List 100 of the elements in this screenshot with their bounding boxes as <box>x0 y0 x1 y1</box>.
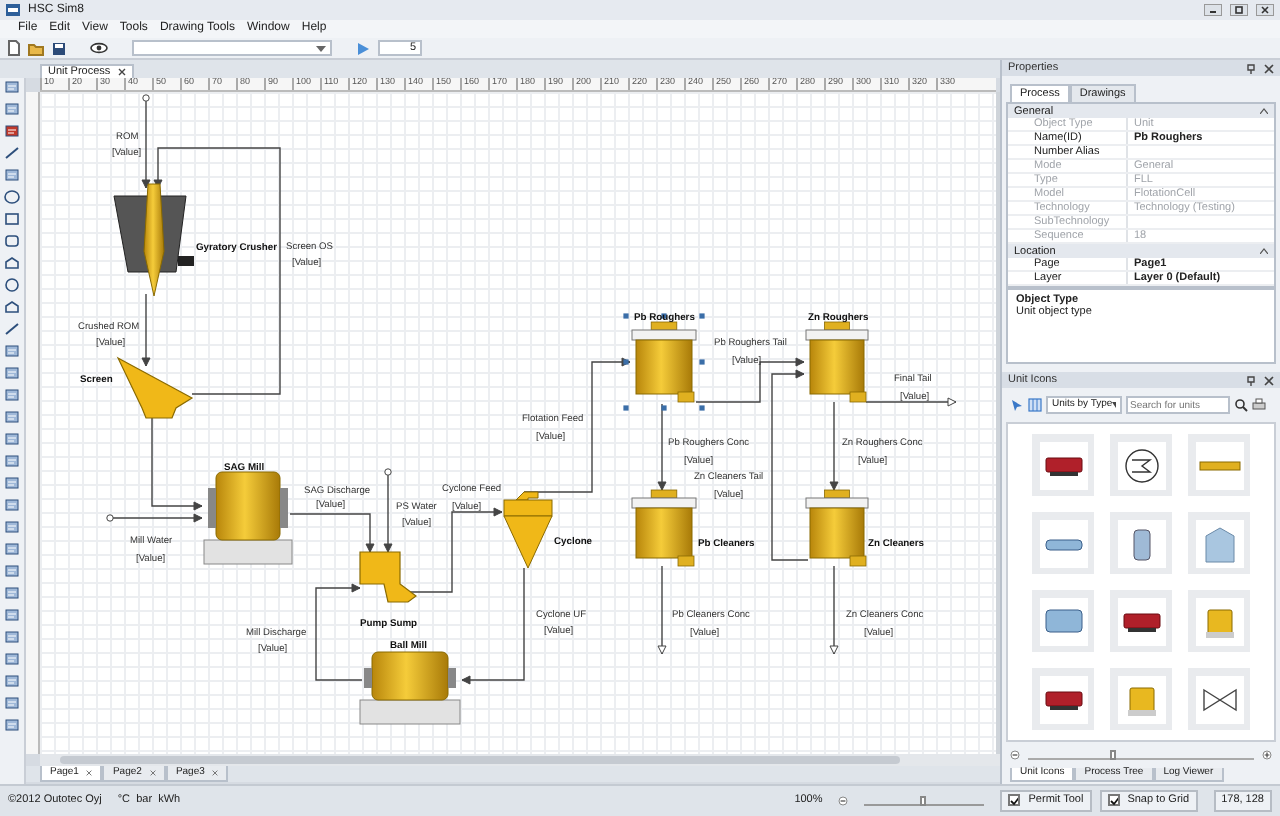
layout-icon[interactable] <box>4 586 20 600</box>
stream-line[interactable] <box>829 565 839 655</box>
slider-thumb[interactable] <box>920 796 927 806</box>
maximize-icon[interactable] <box>1230 4 1248 16</box>
align-icon[interactable] <box>4 388 20 402</box>
crusher-drawing[interactable] <box>113 183 194 297</box>
layer-icon[interactable] <box>4 652 20 666</box>
line-icon[interactable] <box>4 322 20 336</box>
flotation-cell-drawing[interactable] <box>805 321 869 403</box>
pin-icon[interactable] <box>1246 375 1256 386</box>
close-icon[interactable] <box>86 770 93 776</box>
layout-icon[interactable] <box>4 542 20 556</box>
unit-tile[interactable] <box>1188 590 1250 653</box>
vertical-scrollbar[interactable] <box>996 92 1000 754</box>
align-icon[interactable] <box>4 344 20 358</box>
search-icon[interactable] <box>1234 398 1248 413</box>
tank-icon <box>1039 597 1087 646</box>
unit-tile[interactable] <box>1032 512 1094 575</box>
flotation-cell-icon <box>1195 597 1243 646</box>
printer-icon[interactable] <box>1252 398 1266 413</box>
stream-line[interactable] <box>461 567 525 685</box>
pump-sump-drawing[interactable] <box>359 551 417 603</box>
unit-tile[interactable] <box>1110 434 1172 497</box>
zoom-slider[interactable] <box>864 796 985 806</box>
silo-icon <box>1195 519 1243 568</box>
stream-line[interactable] <box>657 565 667 655</box>
layer-icon[interactable] <box>4 608 20 622</box>
stream-line[interactable] <box>315 583 363 681</box>
circle-icon[interactable] <box>4 278 20 292</box>
stream-line[interactable] <box>289 513 375 553</box>
horizontal-scrollbar[interactable] <box>40 754 1000 766</box>
expand-icon[interactable] <box>4 718 20 732</box>
layer-icon[interactable] <box>4 674 20 688</box>
unit-tile[interactable] <box>1032 668 1094 731</box>
eye-icon[interactable] <box>90 42 108 54</box>
stream-line[interactable] <box>771 369 809 561</box>
unit-tile[interactable] <box>1188 512 1250 575</box>
unit-tile[interactable] <box>1032 590 1094 653</box>
zoom-in-icon[interactable] <box>1262 750 1272 761</box>
stream-line[interactable] <box>865 397 957 407</box>
close-icon[interactable] <box>1264 63 1274 73</box>
unit-tile[interactable] <box>1110 590 1172 653</box>
close-icon[interactable] <box>118 67 127 76</box>
stream-line[interactable] <box>829 401 839 491</box>
cyclone-drawing[interactable] <box>503 491 553 569</box>
stream-line[interactable] <box>141 293 151 367</box>
polygon-icon[interactable] <box>4 300 20 314</box>
text-icon[interactable] <box>4 168 20 182</box>
align-icon[interactable] <box>4 432 20 446</box>
unit-tile[interactable] <box>1188 434 1250 497</box>
image-icon[interactable] <box>4 124 20 138</box>
layout-icon[interactable] <box>4 564 20 578</box>
rounded-rectangle-icon[interactable] <box>4 234 20 248</box>
unit-tile[interactable] <box>1110 512 1172 575</box>
connector-icon[interactable] <box>4 146 20 160</box>
align-icon[interactable] <box>4 454 20 468</box>
ellipse-icon[interactable] <box>4 190 20 204</box>
unit-tile[interactable] <box>1032 434 1094 497</box>
align-icon[interactable] <box>4 476 20 490</box>
slider-thumb[interactable] <box>1109 750 1116 761</box>
align-icon[interactable] <box>4 410 20 424</box>
zoom-out-icon[interactable] <box>1010 750 1020 761</box>
page-icon[interactable] <box>4 80 20 94</box>
collapse-icon[interactable] <box>1260 248 1268 255</box>
zoom-out-icon[interactable] <box>838 796 849 806</box>
collapse-icon[interactable] <box>1260 108 1268 115</box>
stream-line[interactable] <box>151 417 203 511</box>
unit-tile[interactable] <box>1110 668 1172 731</box>
stream-line[interactable] <box>695 357 805 403</box>
caret-icon <box>1112 402 1116 409</box>
screen-drawing[interactable] <box>116 356 194 419</box>
new-file-icon[interactable] <box>8 40 20 56</box>
layer-icon[interactable] <box>4 630 20 644</box>
flotation-cell-drawing[interactable] <box>631 489 697 567</box>
checkbox[interactable] <box>1107 794 1120 807</box>
close-icon[interactable] <box>1256 4 1274 16</box>
icon-size-slider[interactable] <box>1028 750 1254 761</box>
stream-line[interactable] <box>153 147 281 395</box>
stream-line[interactable] <box>141 94 151 189</box>
minimize-icon[interactable] <box>1204 4 1222 16</box>
expand-icon[interactable] <box>4 696 20 710</box>
mill-drawing[interactable] <box>203 471 293 565</box>
stream-line[interactable] <box>383 468 393 553</box>
unit-tile[interactable] <box>1188 668 1250 731</box>
pointer-icon[interactable] <box>1010 398 1024 413</box>
flotation-cell-drawing[interactable] <box>805 489 869 567</box>
pin-icon[interactable] <box>1246 63 1256 73</box>
align-icon[interactable] <box>4 520 20 534</box>
stream-line[interactable] <box>106 513 203 523</box>
align-icon[interactable] <box>4 498 20 512</box>
mill-drawing[interactable] <box>359 651 461 725</box>
align-icon[interactable] <box>4 366 20 380</box>
rectangle-icon[interactable] <box>4 212 20 226</box>
close-icon[interactable] <box>1264 375 1274 386</box>
stream-line[interactable] <box>657 403 667 491</box>
checkbox[interactable] <box>1008 794 1021 807</box>
view-icon[interactable] <box>4 102 20 116</box>
save-icon[interactable] <box>52 41 66 55</box>
grid-view-icon[interactable] <box>1028 398 1042 413</box>
arc-icon[interactable] <box>4 256 20 270</box>
